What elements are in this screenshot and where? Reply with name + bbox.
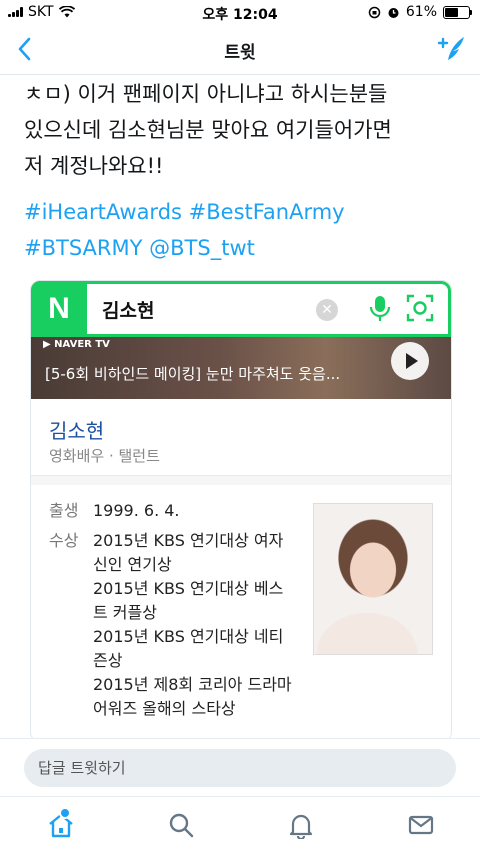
tweet-text: ㅊㅁ) 이거 팬페이지 아니냐고 하시는분들 있으신데 김소현님분 맞아요 여기… [24,82,392,178]
hashtag-link[interactable]: #BTSARMY [24,236,142,260]
clear-icon: ✕ [316,299,338,321]
tweet-media[interactable]: N 김소현 ✕ ▶ NAVER TV [5-6회 비하인드 메이킹] 눈만 마주… [30,280,452,742]
battery-fill [445,7,459,17]
profile-info: 출생 1999. 6. 4. 수상 2015년 KBS 연기대상 여자 신인 연… [31,485,451,741]
award-item: 2015년 제8회 코리아 드라마 어워즈 올해의 스타상 [93,675,292,718]
search-icon [169,813,194,838]
alarm-icon [388,7,399,18]
birth-value: 1999. 6. 4. [93,501,180,520]
video-preview: ▶ NAVER TV [5-6회 비하인드 메이킹] 눈만 마주쳐도 웃음... [31,337,451,399]
page-title: 트윗 [224,43,256,63]
award-list: 2015년 KBS 연기대상 여자 신인 연기상 2015년 KBS 연기대상 … [93,529,293,721]
rotation-lock-icon [368,6,381,18]
birth-label: 출생 [49,501,79,520]
profile-subtitle: 영화배우 · 탤런트 [49,447,160,465]
lens-icon [406,294,434,322]
status-bar: SKT 오후 12:04 61% [0,0,480,26]
reply-bar: 답글 트윗하기 [0,738,480,797]
search-query: 김소현 [102,300,155,322]
compose-tweet-icon [437,37,464,60]
compose-button[interactable] [436,32,466,68]
birth-row: 출생 1999. 6. 4. [49,499,293,523]
award-row: 수상 2015년 KBS 연기대상 여자 신인 연기상 2015년 KBS 연기… [49,529,293,721]
mention-link[interactable]: @BTS_twt [149,236,255,260]
hashtag-link[interactable]: #iHeartAwards [24,200,182,224]
hashtag-link[interactable]: #BestFanArmy [189,200,345,224]
profile-header: 김소현 영화배우 · 탤런트 [31,399,451,476]
play-icon [391,342,429,380]
profile-photo [313,503,433,655]
nav-bar: 트윗 [0,26,480,75]
award-item: 2015년 KBS 연기대상 베스트 커플상 [93,579,284,622]
notifications-icon [289,814,313,841]
status-right: 61% [368,4,472,20]
naver-logo: N [31,281,87,337]
award-item: 2015년 KBS 연기대상 여자 신인 연기상 [93,531,284,574]
profile-name: 김소현 [49,419,105,443]
tab-notifications[interactable] [287,811,315,843]
award-item: 2015년 KBS 연기대상 네티즌상 [93,627,284,670]
tab-home[interactable] [46,807,76,843]
battery-percent: 61% [405,4,437,20]
award-label: 수상 [49,531,79,550]
reply-input[interactable]: 답글 트윗하기 [24,749,456,787]
notification-dot [59,807,71,819]
tab-bar [0,796,480,854]
battery-icon [443,5,472,19]
tweet-hashtags: #iHeartAwards #BestFanArmy #BTSARMY @BTS… [24,194,464,266]
naver-tv-badge: ▶ NAVER TV [43,339,110,350]
messages-icon [408,815,434,835]
naver-search-bar: N 김소현 ✕ [31,281,451,337]
mic-icon [369,296,391,321]
tab-messages[interactable] [407,811,435,843]
tab-search[interactable] [167,811,195,843]
video-title: [5-6회 비하인드 메이킹] 눈만 마주쳐도 웃음... [45,365,341,383]
